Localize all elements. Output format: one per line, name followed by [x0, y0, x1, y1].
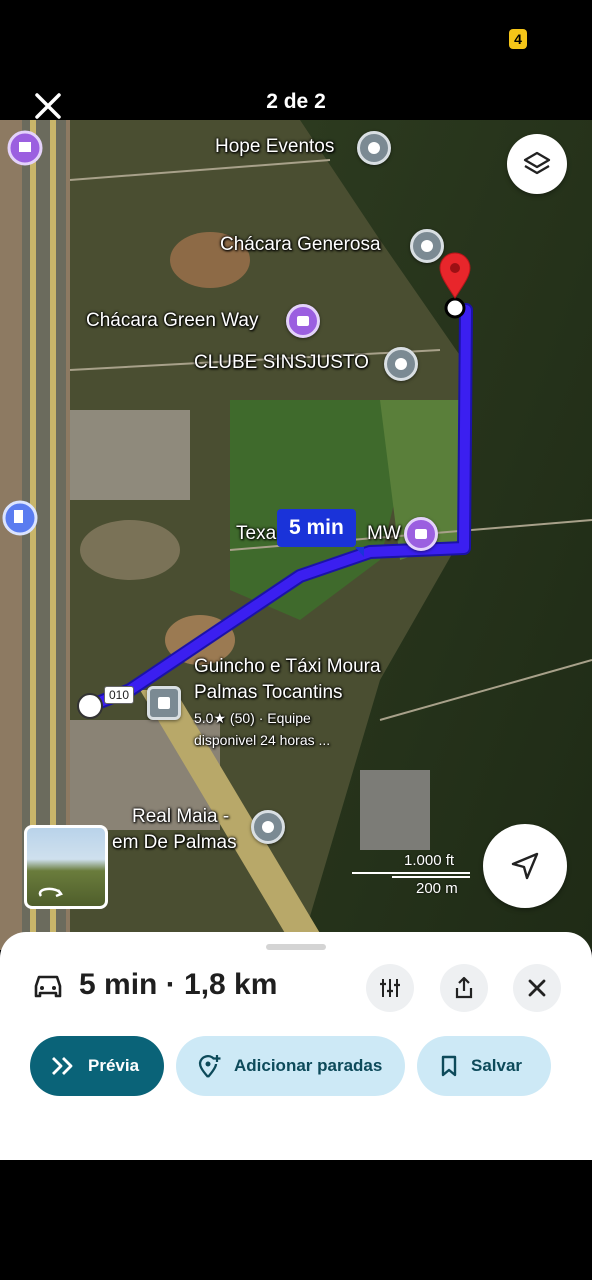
- place-pin-icon[interactable]: [384, 347, 418, 381]
- bottom-bar: [0, 1160, 592, 1280]
- share-button[interactable]: [440, 964, 488, 1012]
- place-detail: disponivel 24 horas ...: [194, 732, 331, 748]
- route-options-icon: [380, 979, 400, 997]
- route-options-button[interactable]: [366, 964, 414, 1012]
- preview-label: Prévia: [88, 1056, 140, 1075]
- place-pin-icon[interactable]: [410, 229, 444, 263]
- double-chevron-icon: [52, 1057, 73, 1075]
- place-label: CLUBE SINSJUSTO: [194, 352, 369, 373]
- top-bar: 4 2 de 2: [0, 0, 592, 120]
- road-shield: 010: [104, 686, 135, 704]
- street-view-thumbnail[interactable]: [24, 825, 108, 909]
- car-icon: [34, 975, 62, 998]
- drag-handle[interactable]: [266, 944, 326, 950]
- layers-icon: [523, 151, 551, 175]
- route-bottom-sheet: 5 min · 1,8 km Prévia Adicionar paradas: [0, 932, 592, 1160]
- place-pin-icon[interactable]: [251, 810, 285, 844]
- route-time-label[interactable]: 5 min: [277, 509, 364, 557]
- share-icon: [455, 976, 473, 999]
- preview-button[interactable]: Prévia: [30, 1036, 164, 1096]
- recenter-button[interactable]: [483, 824, 567, 908]
- place-label: Texa: [236, 523, 277, 544]
- place-pin-icon[interactable]: [286, 304, 320, 338]
- scale-bar: [352, 872, 470, 874]
- add-stops-button[interactable]: Adicionar paradas: [176, 1036, 405, 1096]
- place-label: em De Palmas: [112, 832, 237, 853]
- page-indicator: 2 de 2: [266, 90, 326, 113]
- status-badge: 4: [509, 29, 527, 49]
- save-button[interactable]: Salvar: [417, 1036, 551, 1096]
- scale-bar: [392, 876, 470, 878]
- place-label: Palmas Tocantins: [194, 682, 343, 703]
- save-label: Salvar: [471, 1056, 523, 1075]
- route-summary: 5 min · 1,8 km: [79, 968, 278, 1001]
- navigation-arrow-icon: [511, 852, 539, 880]
- layers-button[interactable]: [507, 134, 567, 194]
- place-label: Chácara Generosa: [220, 234, 381, 255]
- place-label: Guincho e Táxi Moura: [194, 656, 381, 677]
- close-icon: [528, 979, 546, 997]
- place-pin-icon[interactable]: [404, 517, 438, 551]
- map-view[interactable]: Hope Eventos Chácara Generosa Chácara Gr…: [0, 120, 592, 950]
- place-rating: 5.0★ (50) · Equipe: [194, 710, 311, 726]
- place-label: MW: [367, 523, 401, 544]
- rotate-360-icon: [38, 887, 63, 898]
- add-stops-label: Adicionar paradas: [234, 1056, 383, 1075]
- place-label: Chácara Green Way: [86, 310, 259, 331]
- scale-feet: 1.000 ft: [404, 852, 455, 869]
- add-location-icon: [198, 1055, 221, 1078]
- close-route-button[interactable]: [513, 964, 561, 1012]
- place-label: Real Maia -: [132, 806, 230, 827]
- scale-meters: 200 m: [416, 880, 458, 897]
- bookmark-icon: [441, 1055, 457, 1077]
- place-pin-icon[interactable]: [357, 131, 391, 165]
- place-pin-icon[interactable]: [147, 686, 181, 720]
- place-label: Hope Eventos: [215, 136, 335, 157]
